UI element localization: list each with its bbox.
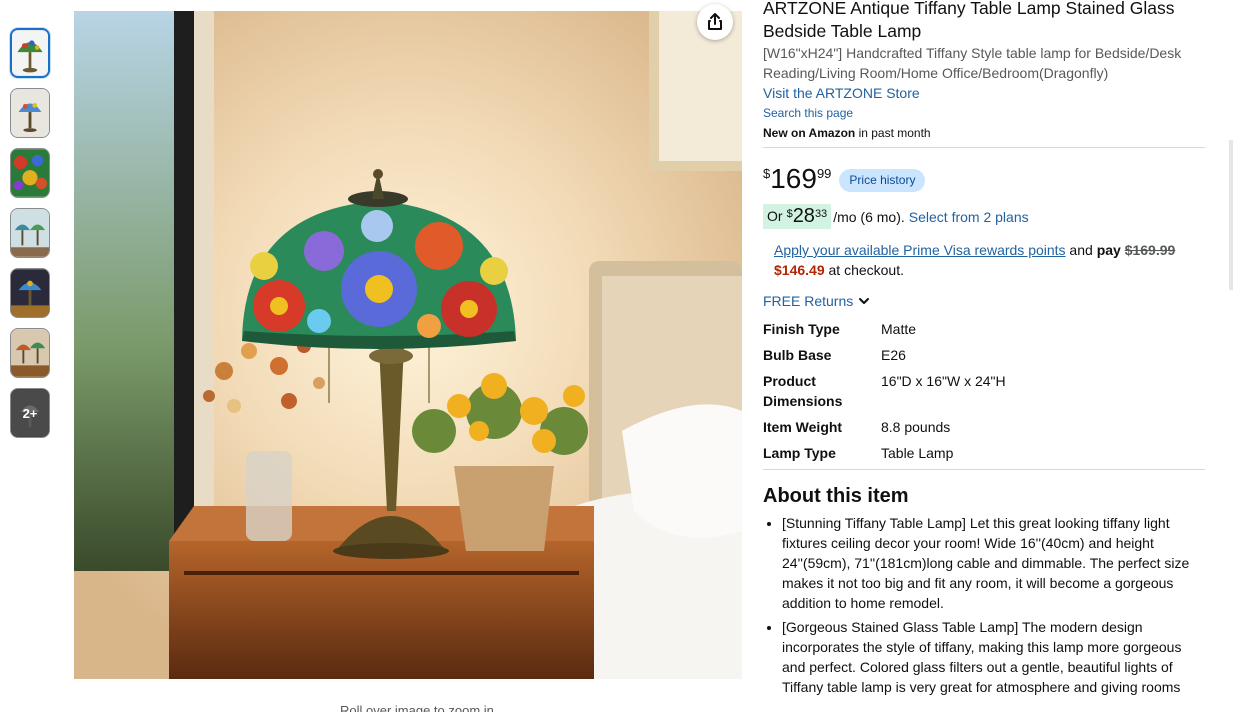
- zoom-caption: Roll over image to zoom in: [340, 703, 494, 712]
- monthly-price-box: Or $ 28 33: [763, 204, 832, 229]
- thumbnail-4[interactable]: [10, 208, 50, 258]
- spec-key: Product Dimensions: [763, 373, 843, 409]
- spec-key: Lamp Type: [763, 445, 836, 461]
- spec-row: Bulb Base E26: [763, 345, 1205, 365]
- spec-row: Lamp Type Table Lamp: [763, 443, 1205, 463]
- main-product-image[interactable]: [74, 11, 742, 679]
- visa-original-price: $169.99: [1124, 242, 1176, 258]
- about-bullets: [Stunning Tiffany Table Lamp] Let this g…: [763, 513, 1203, 697]
- lamp-thumbnail-image: [11, 329, 49, 377]
- spec-row: Product Dimensions 16"D x 16"W x 24"H: [763, 371, 1205, 411]
- spec-value: 8.8 pounds: [881, 419, 951, 435]
- prime-visa-link[interactable]: Apply your available Prime Visa rewards …: [774, 242, 1066, 258]
- free-returns-label: FREE Returns: [763, 293, 854, 309]
- spec-table: Finish Type Matte Bulb Base E26 Product …: [763, 319, 1205, 463]
- select-plans-link[interactable]: Select from 2 plans: [909, 209, 1029, 225]
- divider: [763, 469, 1205, 470]
- spec-key: Item Weight: [763, 419, 843, 435]
- new-on-amazon-period: in past month: [855, 126, 931, 140]
- spec-value: E26: [881, 347, 906, 363]
- more-images-count: 2+: [22, 405, 38, 421]
- thumbnail-2[interactable]: [10, 88, 50, 138]
- new-on-amazon: New on Amazon in past month: [763, 123, 1205, 143]
- lamp-thumbnail-image: [12, 30, 48, 76]
- monthly-payment-row: Or $ 28 33 /mo (6 mo). Select from 2 pla…: [763, 204, 1205, 229]
- spec-value: 16"D x 16"W x 24"H: [881, 373, 1006, 389]
- product-subtitle: [W16"xH24"] Handcrafted Tiffany Style ta…: [763, 45, 1182, 81]
- about-bullet: [Gorgeous Stained Glass Table Lamp] The …: [782, 617, 1203, 697]
- store-link[interactable]: Visit the ARTZONE Store: [763, 83, 1205, 103]
- monthly-or-label: Or: [767, 208, 783, 224]
- price-fraction: 99: [816, 166, 832, 181]
- thumbnail-3[interactable]: [10, 148, 50, 198]
- lamp-thumbnail-image: [11, 89, 49, 137]
- product-info: ARTZONE Antique Tiffany Table Lamp Stain…: [763, 0, 1205, 701]
- lamp-thumbnail-image: [11, 209, 49, 257]
- about-heading: About this item: [763, 485, 909, 507]
- price-block: $ 169 99 Price history: [763, 164, 1205, 196]
- free-returns-toggle[interactable]: FREE Returns: [763, 291, 1205, 311]
- price-whole: 169: [770, 163, 817, 194]
- more-images-button[interactable]: 2+: [10, 388, 50, 438]
- prime-visa-offer: Apply your available Prime Visa rewards …: [774, 240, 1205, 280]
- visa-discounted-price: $146.49: [774, 262, 825, 278]
- price-history-badge[interactable]: Price history: [839, 169, 926, 192]
- visa-and: and: [1065, 242, 1097, 258]
- tiffany-lamp-photo: [74, 11, 742, 679]
- thumbnail-5[interactable]: [10, 268, 50, 318]
- share-button[interactable]: [697, 4, 733, 40]
- search-page-link[interactable]: Search this page: [763, 103, 1205, 123]
- spec-key: Finish Type: [763, 321, 840, 337]
- share-icon: [708, 13, 722, 30]
- spec-value: Matte: [881, 321, 917, 337]
- about-bullet: [Stunning Tiffany Table Lamp] Let this g…: [782, 513, 1203, 613]
- thumbnail-1[interactable]: [10, 28, 50, 78]
- monthly-term: /mo (6 mo).: [833, 208, 905, 225]
- divider: [763, 147, 1205, 148]
- spec-row: Item Weight 8.8 pounds: [763, 417, 1205, 437]
- visa-pay: pay: [1096, 242, 1121, 258]
- new-on-amazon-label: New on Amazon: [763, 126, 856, 140]
- spec-key: Bulb Base: [763, 347, 832, 363]
- page-scrollbar[interactable]: [1229, 140, 1233, 290]
- lamp-thumbnail-image: [11, 149, 49, 197]
- spec-row: Finish Type Matte: [763, 319, 1205, 339]
- lamp-thumbnail-image: [11, 269, 49, 317]
- visa-suffix: at checkout.: [824, 262, 904, 278]
- monthly-whole: 28: [792, 205, 815, 227]
- product-title: ARTZONE Antique Tiffany Table Lamp Stain…: [763, 0, 1175, 41]
- price-currency: $: [763, 166, 771, 181]
- thumbnail-6[interactable]: [10, 328, 50, 378]
- spec-value: Table Lamp: [881, 445, 954, 461]
- monthly-fraction: 33: [814, 208, 828, 220]
- chevron-down-icon: [859, 298, 870, 304]
